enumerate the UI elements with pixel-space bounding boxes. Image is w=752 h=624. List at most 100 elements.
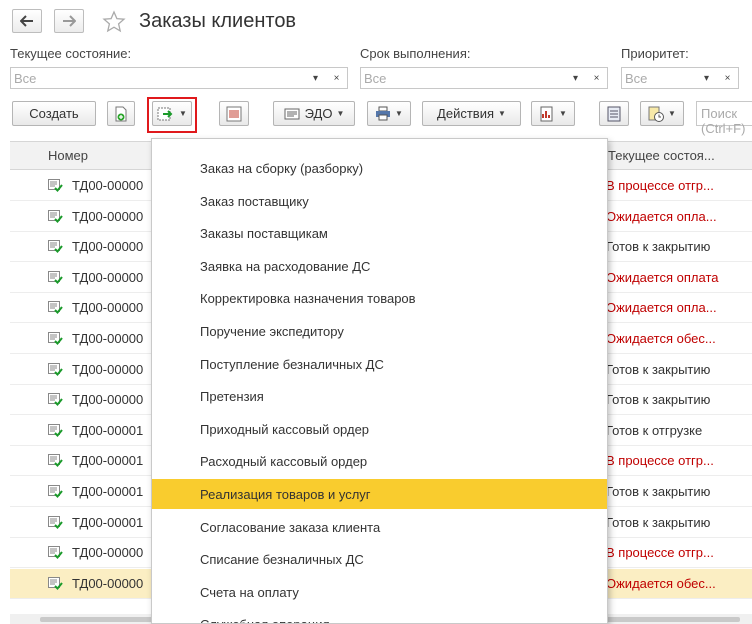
document-check-icon [48, 240, 63, 254]
title-bar: Заказы клиентов [0, 0, 752, 44]
create-button[interactable]: Создать [12, 101, 96, 126]
arrow-right-icon [63, 15, 76, 27]
menu-item[interactable]: Списание безналичных ДС [152, 544, 607, 574]
document-check-icon [48, 362, 63, 376]
arrow-left-icon [20, 15, 33, 27]
actions-button[interactable]: Действия ▼ [422, 101, 521, 126]
forward-button[interactable] [54, 9, 84, 33]
menu-item[interactable]: Расходный кассовый ордер [152, 446, 607, 476]
filter-state-input[interactable]: Все [10, 67, 306, 89]
row-number: ТД00-00001 [72, 453, 144, 469]
row-number: ТД00-00000 [72, 269, 144, 285]
filter-state-dropdown-button[interactable]: ▾ [305, 67, 327, 89]
document-check-icon [48, 332, 63, 345]
menu-item[interactable]: Служебная операция [152, 609, 607, 623]
printer-icon [376, 106, 391, 121]
chevron-down-icon: ▼ [336, 109, 345, 118]
row-number: ТД00-00000 [72, 545, 144, 561]
filter-priority-input[interactable]: Все [621, 67, 697, 89]
document-check-icon [48, 515, 63, 529]
chevron-down-icon: ▼ [395, 109, 403, 118]
row-status: Готов к закрытию [606, 392, 711, 408]
row-status: Готов к закрытию [606, 361, 711, 377]
document-check-icon [48, 179, 63, 192]
menu-item[interactable]: Счета на оплату [152, 577, 607, 607]
row-number: ТД00-00000 [72, 300, 144, 316]
row-status: В процессе отгр... [606, 178, 714, 193]
barcode-button[interactable] [219, 101, 249, 126]
menu-item[interactable]: Корректировка назначения товаров [152, 283, 607, 313]
row-status: Готов к закрытию [606, 514, 711, 530]
row-status: В процессе отгр... [606, 453, 714, 469]
row-number: ТД00-00001 [72, 484, 144, 499]
row-number: ТД00-00000 [72, 178, 144, 193]
row-number: ТД00-00001 [72, 422, 144, 438]
document-check-icon [48, 209, 63, 223]
document-check-icon [48, 423, 63, 437]
row-number: ТД00-00000 [72, 361, 144, 377]
document-check-icon [48, 454, 63, 468]
list-icon [607, 106, 621, 121]
row-status: Ожидается обес... [606, 331, 716, 346]
column-header-status[interactable]: Текущее состоя... [608, 148, 715, 163]
row-status: Готов к закрытию [606, 239, 711, 255]
chevron-down-icon: ▼ [668, 109, 676, 118]
filter-priority-clear-button[interactable]: × [717, 67, 739, 89]
menu-item[interactable]: Поручение экспедитору [152, 316, 607, 346]
menu-item[interactable]: Заказ на сборку (разборку) [152, 153, 607, 183]
row-status: Ожидается обес... [606, 575, 716, 591]
row-status: Ожидается опла... [606, 208, 717, 224]
document-check-icon [48, 393, 63, 407]
menu-item[interactable]: Заказ поставщику [152, 186, 607, 216]
edo-button[interactable]: ЭДО ▼ [273, 101, 355, 126]
edo-icon [284, 108, 300, 119]
row-number: ТД00-00000 [72, 331, 144, 346]
filter-state-clear-button[interactable]: × [326, 67, 348, 89]
print-button[interactable]: ▼ [367, 101, 411, 126]
page-title: Заказы клиентов [139, 10, 297, 32]
reports-button[interactable]: ▼ [531, 101, 575, 126]
row-number: ТД00-00000 [72, 392, 144, 408]
clock-document-icon [648, 106, 665, 122]
document-check-icon [48, 576, 63, 590]
row-status: Готов к закрытию [606, 484, 711, 499]
row-number: ТД00-00001 [72, 514, 144, 530]
chevron-down-icon: ▼ [498, 109, 506, 118]
row-status: Ожидается опла... [606, 300, 717, 316]
row-number: ТД00-00000 [72, 239, 144, 255]
list-settings-button[interactable] [599, 101, 629, 126]
menu-item[interactable]: Заявка на расходование ДС [152, 251, 607, 281]
highlight-frame [147, 97, 197, 133]
row-status: Готов к отгрузке [606, 422, 703, 438]
filter-priority-dropdown-button[interactable]: ▾ [696, 67, 718, 89]
document-add-icon [115, 106, 127, 121]
filter-deadline-label: Срок выполнения: [360, 46, 471, 61]
menu-item[interactable]: Претензия [152, 381, 607, 411]
star-icon[interactable] [102, 10, 126, 34]
row-number: ТД00-00000 [72, 575, 144, 591]
menu-item[interactable]: Приходный кассовый ордер [152, 414, 607, 444]
search-input[interactable]: Поиск (Ctrl+F) [696, 101, 752, 136]
document-check-icon [48, 546, 63, 560]
back-button[interactable] [12, 9, 42, 33]
document-check-icon [48, 301, 63, 315]
filter-state-label: Текущее состояние: [10, 46, 132, 61]
chevron-down-icon: ▼ [559, 109, 567, 118]
filter-priority-label: Приоритет: [621, 46, 689, 61]
barcode-icon [226, 106, 242, 121]
menu-item[interactable]: Поступление безналичных ДС [152, 349, 607, 379]
column-header-number[interactable]: Номер [48, 148, 88, 163]
filter-deadline-dropdown-button[interactable]: ▾ [565, 67, 587, 89]
menu-item[interactable]: Реализация товаров и услуг [152, 479, 607, 509]
filter-deadline-clear-button[interactable]: × [586, 67, 608, 89]
generate-dropdown-menu: Заказ на сборку (разборку) Заказ поставщи… [151, 138, 608, 624]
menu-item[interactable]: Заказы поставщикам [152, 218, 607, 248]
edo-button-label: ЭДО [304, 106, 333, 121]
report-icon [540, 106, 553, 121]
row-status: В процессе отгр... [606, 545, 714, 561]
history-button[interactable]: ▼ [640, 101, 684, 126]
document-check-icon [48, 485, 63, 498]
create-based-on-button[interactable] [107, 101, 135, 126]
menu-item[interactable]: Согласование заказа клиента [152, 512, 607, 542]
filter-deadline-input[interactable]: Все [360, 67, 566, 89]
